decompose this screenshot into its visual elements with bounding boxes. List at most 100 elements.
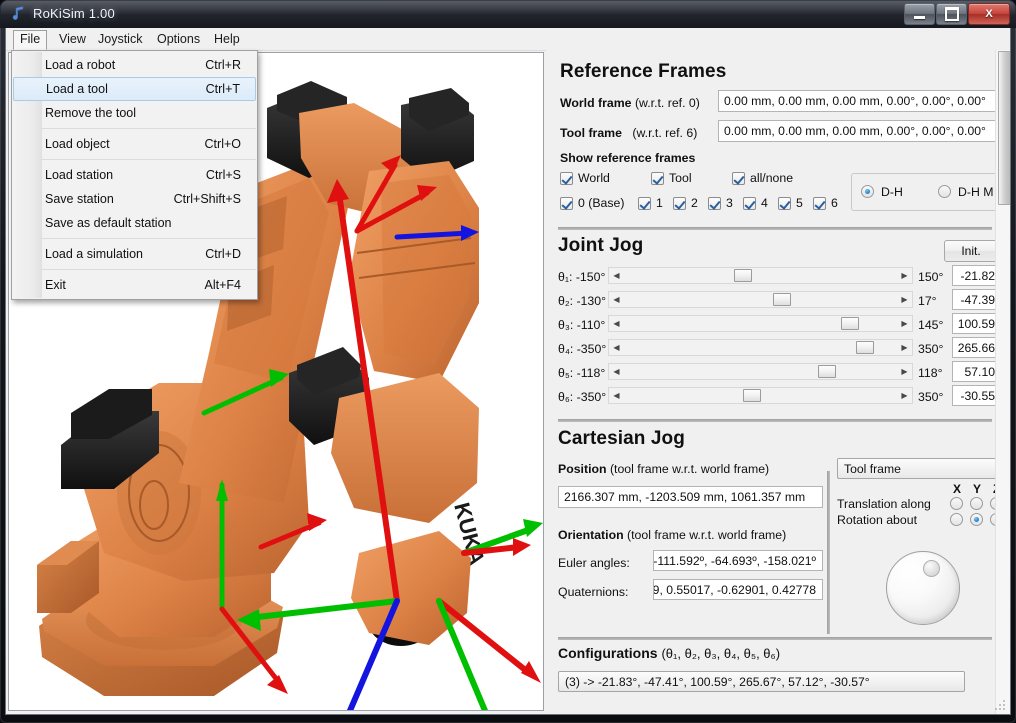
joint-4-slider-left-arrow[interactable]: ◀ xyxy=(610,340,623,355)
joint-1-slider-right-arrow[interactable]: ▶ xyxy=(898,268,911,283)
radio-dhm[interactable] xyxy=(938,185,951,198)
joint-6-max: 350° xyxy=(918,390,943,404)
joint-6-slider-left-arrow[interactable]: ◀ xyxy=(610,388,623,403)
right-panel-scrollbar[interactable] xyxy=(995,50,1011,715)
menu-options[interactable]: Options xyxy=(150,30,207,48)
minimize-icon xyxy=(905,4,934,24)
radio-translation-y[interactable] xyxy=(970,497,983,510)
position-value[interactable]: 2166.307 mm, -1203.509 mm, 1061.357 mm xyxy=(558,486,823,508)
axis-header-x: X xyxy=(953,482,961,496)
checkbox-frame-3[interactable] xyxy=(708,197,721,210)
menu-file[interactable]: File xyxy=(13,30,47,50)
close-button[interactable]: X xyxy=(968,3,1010,25)
radio-translation-x[interactable] xyxy=(950,497,963,510)
joint-4-slider[interactable]: ◀ ▶ xyxy=(608,339,913,356)
checkbox-frame-1[interactable] xyxy=(638,197,651,210)
joint-1-slider-left-arrow[interactable]: ◀ xyxy=(610,268,623,283)
joint-4-label: θ₄: -350° xyxy=(558,342,606,356)
menu-joystick[interactable]: Joystick xyxy=(91,30,149,48)
checkbox-frame-5[interactable] xyxy=(778,197,791,210)
menu-item-load-a-tool[interactable]: Load a tool Ctrl+T xyxy=(13,77,256,101)
menu-item-load-a-tool-accel: Ctrl+T xyxy=(206,78,240,100)
checkbox-frame-4[interactable] xyxy=(743,197,756,210)
joint-5-slider-left-arrow[interactable]: ◀ xyxy=(610,364,623,379)
menu-item-load-a-simulation[interactable]: Load a simulation Ctrl+D xyxy=(12,242,257,266)
menu-item-load-object-label: Load object xyxy=(45,137,110,151)
checkbox-frame-2[interactable] xyxy=(673,197,686,210)
divider-3 xyxy=(558,637,992,640)
joint-1-max: 150° xyxy=(918,270,943,284)
menu-help[interactable]: Help xyxy=(207,30,247,48)
joint-6-slider[interactable]: ◀ ▶ xyxy=(608,387,913,404)
divider-1 xyxy=(558,227,992,230)
joint-3-slider-right-arrow[interactable]: ▶ xyxy=(898,316,911,331)
checkbox-world-label: World xyxy=(578,171,610,185)
right-panel: Reference Frames World frame (w.r.t. ref… xyxy=(546,50,1011,715)
joint-6-slider-right-arrow[interactable]: ▶ xyxy=(898,388,911,403)
checkbox-frame-0[interactable] xyxy=(560,197,573,210)
menu-view[interactable]: View xyxy=(52,30,93,48)
radio-dhm-label: D-H M xyxy=(958,185,994,199)
menu-item-load-a-robot-accel: Ctrl+R xyxy=(205,53,241,77)
menu-item-save-as-default-station[interactable]: Save as default station xyxy=(12,211,257,235)
jog-ball[interactable] xyxy=(886,551,960,625)
joint-3-slider-thumb[interactable] xyxy=(841,317,859,330)
joint-2-slider[interactable]: ◀ ▶ xyxy=(608,291,913,308)
joint-4-slider-thumb[interactable] xyxy=(856,341,874,354)
radio-dh[interactable] xyxy=(861,185,874,198)
joint-6-slider-thumb[interactable] xyxy=(743,389,761,402)
menu-item-load-station[interactable]: Load station Ctrl+S xyxy=(12,163,257,187)
checkbox-frame-0-label: 0 (Base) xyxy=(578,196,624,210)
joint-3-slider-left-arrow[interactable]: ◀ xyxy=(610,316,623,331)
menu-item-save-station-label: Save station xyxy=(45,192,114,206)
checkbox-frame-6[interactable] xyxy=(813,197,826,210)
joint-3-slider[interactable]: ◀ ▶ xyxy=(608,315,913,332)
euler-angles-value[interactable]: -111.592º, -64.693º, -158.021º xyxy=(653,550,823,571)
joint-5-slider[interactable]: ◀ ▶ xyxy=(608,363,913,380)
maximize-button[interactable] xyxy=(936,3,967,25)
position-label: Position (tool frame w.r.t. world frame) xyxy=(558,462,769,476)
joint-4-slider-right-arrow[interactable]: ▶ xyxy=(898,340,911,355)
radio-dh-label: D-H xyxy=(881,185,903,199)
resize-grip[interactable] xyxy=(994,699,1006,711)
joint-3-label: θ₃: -110° xyxy=(558,318,605,332)
menu-bar: File View Joystick Options Help xyxy=(6,28,1011,51)
jog-ball-handle[interactable] xyxy=(923,560,940,577)
joint-1-slider[interactable]: ◀ ▶ xyxy=(608,267,913,284)
joint-2-max: 17° xyxy=(918,294,937,308)
menu-item-remove-the-tool[interactable]: Remove the tool xyxy=(12,101,257,125)
menu-item-save-station[interactable]: Save station Ctrl+Shift+S xyxy=(12,187,257,211)
tool-frame-input[interactable]: 0.00 mm, 0.00 mm, 0.00 mm, 0.00°, 0.00°,… xyxy=(718,120,997,142)
client-area: File View Joystick Options Help xyxy=(5,28,1011,715)
joint-2-slider-thumb[interactable] xyxy=(773,293,791,306)
minimize-button[interactable] xyxy=(904,3,935,25)
menu-separator-3 xyxy=(41,238,256,239)
joint-5-slider-right-arrow[interactable]: ▶ xyxy=(898,364,911,379)
quaternions-value[interactable]: 0.34449, 0.55017, -0.62901, 0.42778 xyxy=(653,579,823,600)
radio-rotation-y[interactable] xyxy=(970,513,983,526)
joint-2-slider-left-arrow[interactable]: ◀ xyxy=(610,292,623,307)
file-dropdown-menu[interactable]: Load a robot Ctrl+R Load a tool Ctrl+T R… xyxy=(11,50,258,300)
frame-select-combo[interactable]: Tool frame xyxy=(837,458,1009,479)
title-bar[interactable]: RoKiSim 1.00 X xyxy=(0,0,1016,28)
init-button[interactable]: Init. xyxy=(944,240,998,262)
checkbox-all-none[interactable] xyxy=(732,172,745,185)
checkbox-world[interactable] xyxy=(560,172,573,185)
checkbox-tool[interactable] xyxy=(651,172,664,185)
show-reference-frames-label: Show reference frames xyxy=(560,151,695,165)
app-note-icon xyxy=(10,5,28,23)
radio-rotation-x[interactable] xyxy=(950,513,963,526)
joint-2-slider-right-arrow[interactable]: ▶ xyxy=(898,292,911,307)
right-panel-scrollbar-thumb[interactable] xyxy=(998,51,1011,205)
joint-5-slider-thumb[interactable] xyxy=(818,365,836,378)
checkbox-frame-6-label: 6 xyxy=(831,196,838,210)
world-frame-input[interactable]: 0.00 mm, 0.00 mm, 0.00 mm, 0.00°, 0.00°,… xyxy=(718,90,997,112)
menu-item-load-a-robot[interactable]: Load a robot Ctrl+R xyxy=(12,53,257,77)
menu-item-load-object[interactable]: Load object Ctrl+O xyxy=(12,132,257,156)
menu-item-exit[interactable]: Exit Alt+F4 xyxy=(12,273,257,297)
joint-1-slider-thumb[interactable] xyxy=(734,269,752,282)
configurations-label: Configurations (θ₁, θ₂, θ₃, θ₄, θ₅, θ₆) xyxy=(558,645,780,661)
checkbox-all-none-label: all/none xyxy=(750,171,793,185)
menu-item-load-object-accel: Ctrl+O xyxy=(205,132,241,156)
configurations-combo[interactable]: (3) -> -21.83°, -47.41°, 100.59°, 265.67… xyxy=(558,671,965,692)
